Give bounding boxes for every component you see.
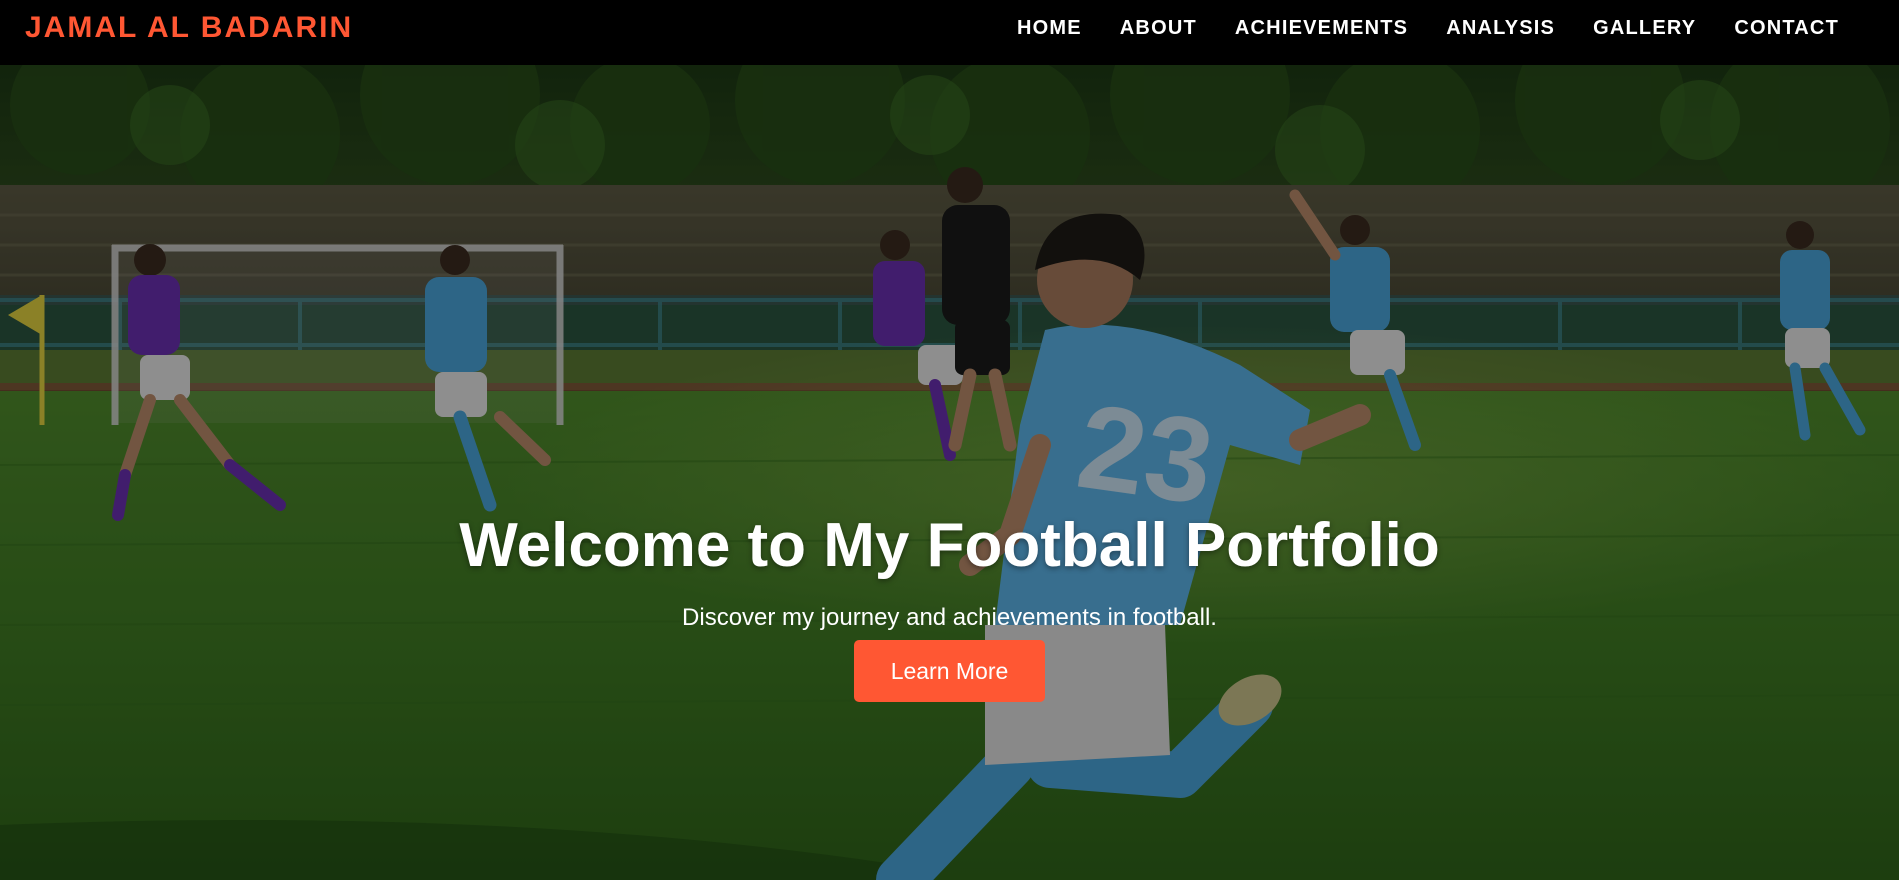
nav-item-contact: CONTACT [1734, 14, 1839, 42]
nav-link-achievements[interactable]: ACHIEVEMENTS [1235, 17, 1408, 39]
nav-item-home: HOME [1017, 14, 1082, 42]
nav-link-analysis[interactable]: ANALYSIS [1446, 17, 1555, 39]
nav-link-gallery[interactable]: GALLERY [1593, 17, 1696, 39]
nav-menu: HOME ABOUT ACHIEVEMENTS ANALYSIS GALLERY… [979, 14, 1839, 42]
brand-logo[interactable]: JAMAL AL BADARIN [25, 10, 353, 46]
hero-title: Welcome to My Football Portfolio [459, 511, 1440, 580]
nav-item-achievements: ACHIEVEMENTS [1235, 14, 1408, 42]
nav-link-contact[interactable]: CONTACT [1734, 17, 1839, 39]
learn-more-button[interactable]: Learn More [854, 640, 1045, 702]
hero-subtitle: Discover my journey and achievements in … [682, 604, 1217, 631]
nav-link-home[interactable]: HOME [1017, 17, 1082, 39]
hero-content: Welcome to My Football Portfolio Discove… [0, 65, 1899, 880]
hero-section: 23 Welcome to My Football Portfolio Disc… [0, 65, 1899, 880]
nav-item-gallery: GALLERY [1593, 14, 1696, 42]
navbar: JAMAL AL BADARIN HOME ABOUT ACHIEVEMENTS… [0, 0, 1899, 65]
nav-item-analysis: ANALYSIS [1446, 14, 1555, 42]
nav-item-about: ABOUT [1120, 14, 1197, 42]
nav-link-about[interactable]: ABOUT [1120, 17, 1197, 39]
